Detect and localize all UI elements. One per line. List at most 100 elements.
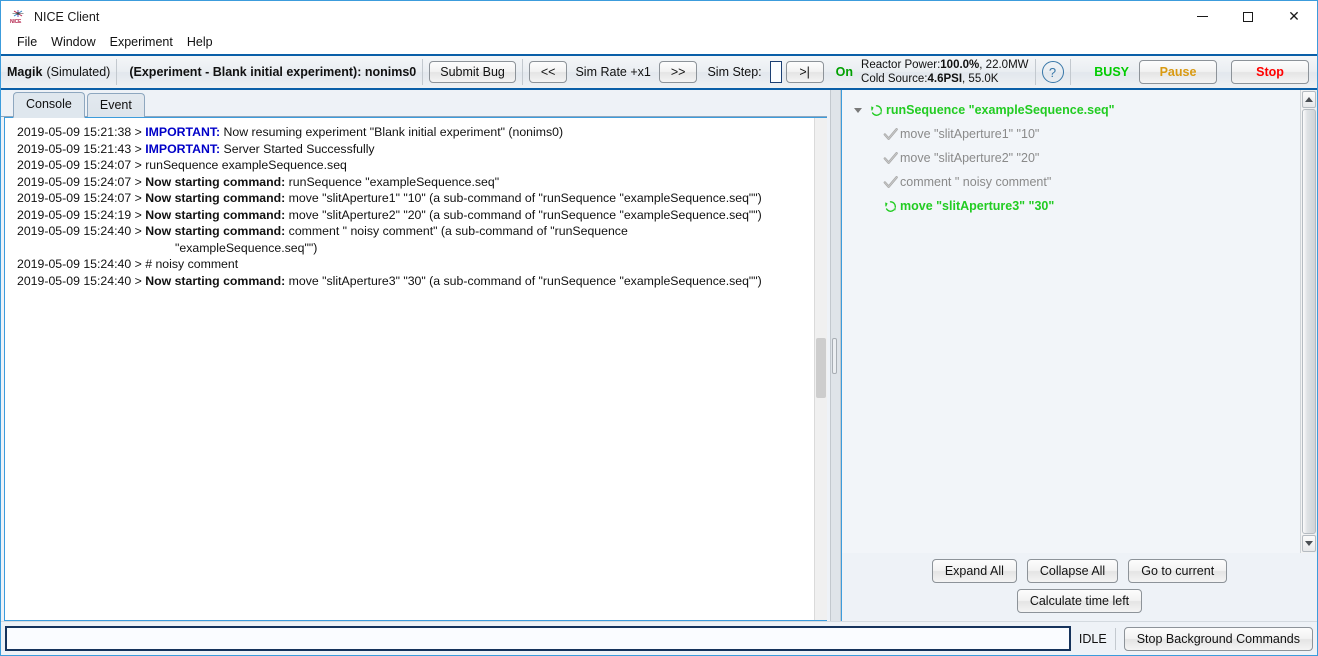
- tree-scroll-up-button[interactable]: [1302, 91, 1316, 108]
- log-timestamp: 2019-05-09 15:24:40 >: [17, 274, 145, 288]
- toolbar-separator-3: [522, 59, 523, 85]
- sim-step-next-button[interactable]: >|: [786, 61, 824, 83]
- sim-rate-label: Sim Rate +x1: [567, 65, 658, 79]
- chevron-down-icon: [1305, 541, 1313, 546]
- sequence-tree-row[interactable]: move "slitAperture1" "10": [846, 122, 1300, 146]
- console-scrollbar[interactable]: [814, 118, 827, 620]
- console-log-line: 2019-05-09 15:24:07 > Now starting comma…: [17, 174, 810, 191]
- sequence-tree-row[interactable]: move "slitAperture3" "30": [846, 194, 1300, 218]
- reactor-power-label: Reactor Power:: [861, 59, 940, 71]
- console-tab-strip: Console Event: [1, 90, 827, 117]
- log-timestamp: 2019-05-09 15:21:43 >: [17, 142, 145, 156]
- log-timestamp: 2019-05-09 15:24:07 >: [17, 191, 145, 205]
- log-important-tag: IMPORTANT:: [145, 142, 220, 156]
- spinner-icon: [880, 200, 900, 213]
- check-icon: [880, 127, 900, 142]
- log-message: runSequence "exampleSequence.seq": [285, 175, 499, 189]
- stop-button[interactable]: Stop: [1231, 60, 1309, 84]
- console-log-line: 2019-05-09 15:21:43 > IMPORTANT: Server …: [17, 141, 810, 158]
- window-controls: ✕: [1179, 1, 1317, 32]
- tab-console[interactable]: Console: [13, 92, 85, 118]
- stop-background-commands-button[interactable]: Stop Background Commands: [1124, 627, 1313, 651]
- expand-all-button[interactable]: Expand All: [932, 559, 1017, 583]
- close-button[interactable]: ✕: [1271, 1, 1317, 32]
- panel-splitter[interactable]: [827, 90, 841, 621]
- console-scrollbar-thumb[interactable]: [816, 338, 826, 398]
- check-icon: [880, 175, 900, 190]
- sequence-tree-row[interactable]: comment " noisy comment": [846, 170, 1300, 194]
- sequence-tree-label: comment " noisy comment": [900, 175, 1051, 189]
- log-command-tag: Now starting command:: [145, 175, 285, 189]
- console-log-line: 2019-05-09 15:24:07 > Now starting comma…: [17, 190, 810, 207]
- sequence-tree[interactable]: runSequence "exampleSequence.seq" move "s…: [842, 90, 1300, 553]
- console-output-wrapper: 2019-05-09 15:21:38 > IMPORTANT: Now res…: [4, 117, 827, 621]
- command-input[interactable]: [5, 626, 1071, 651]
- main-toolbar: Magik (Simulated) (Experiment - Blank in…: [1, 54, 1317, 90]
- log-timestamp: 2019-05-09 15:24:07 >: [17, 175, 145, 189]
- toolbar-separator-5: [1070, 59, 1071, 85]
- tab-event[interactable]: Event: [87, 93, 145, 117]
- nice-logo-icon: NICE: [10, 9, 26, 25]
- pause-button[interactable]: Pause: [1139, 60, 1217, 84]
- collapse-all-button[interactable]: Collapse All: [1027, 559, 1118, 583]
- window-title: NICE Client: [34, 10, 1179, 24]
- console-panel: Console Event 2019-05-09 15:21:38 > IMPO…: [1, 90, 827, 621]
- log-timestamp: 2019-05-09 15:24:40 >: [17, 224, 145, 238]
- log-command-tag: Now starting command:: [145, 274, 285, 288]
- maximize-button[interactable]: [1225, 1, 1271, 32]
- sequence-tree-row[interactable]: move "slitAperture2" "20": [846, 146, 1300, 170]
- reactor-power-line: Reactor Power:100.0%, 22.0MW: [861, 58, 1029, 72]
- check-icon: [880, 151, 900, 166]
- cold-source-psi: 4.6PSI: [928, 73, 963, 85]
- close-icon: ✕: [1288, 10, 1300, 24]
- tree-scroll-down-button[interactable]: [1302, 535, 1316, 552]
- log-timestamp: 2019-05-09 15:24:40 >: [17, 257, 145, 271]
- sim-step-input[interactable]: [770, 61, 782, 83]
- submit-bug-button[interactable]: Submit Bug: [429, 61, 516, 83]
- console-log-line: 2019-05-09 15:21:38 > IMPORTANT: Now res…: [17, 124, 810, 141]
- chevron-up-icon: [1305, 97, 1313, 102]
- help-icon[interactable]: ?: [1042, 61, 1064, 83]
- nice-client-window: NICE NICE Client ✕ File Window Experimen…: [0, 0, 1318, 656]
- log-timestamp: 2019-05-09 15:24:07 >: [17, 158, 145, 172]
- toolbar-separator-4: [1035, 59, 1036, 85]
- cold-source-line: Cold Source:4.6PSI, 55.0K: [861, 72, 1029, 86]
- log-command-tag: Now starting command:: [145, 208, 285, 222]
- menu-item-file[interactable]: File: [10, 33, 44, 52]
- sequence-tree-label: runSequence "exampleSequence.seq": [886, 103, 1115, 117]
- status-separator: [1115, 628, 1116, 650]
- menu-item-experiment[interactable]: Experiment: [103, 33, 180, 52]
- tree-scrollbar[interactable]: [1300, 90, 1317, 553]
- log-message: comment " noisy comment" (a sub-command …: [285, 224, 628, 238]
- log-message: # noisy comment: [145, 257, 238, 271]
- menu-item-window[interactable]: Window: [44, 33, 102, 52]
- sim-rate-increase-button[interactable]: >>: [659, 61, 698, 83]
- minimize-icon: [1197, 16, 1208, 17]
- tree-scrollbar-track[interactable]: [1302, 109, 1316, 534]
- splitter-grip[interactable]: [832, 338, 837, 374]
- sequence-tree-row[interactable]: runSequence "exampleSequence.seq": [846, 98, 1300, 122]
- tree-expander-icon[interactable]: [850, 108, 866, 113]
- tree-scrollbar-thumb[interactable]: [1302, 109, 1316, 534]
- sequence-tree-area: runSequence "exampleSequence.seq" move "s…: [842, 90, 1317, 553]
- log-command-tag: Now starting command:: [145, 191, 285, 205]
- console-log[interactable]: 2019-05-09 15:21:38 > IMPORTANT: Now res…: [5, 118, 814, 620]
- status-label: IDLE: [1079, 632, 1115, 646]
- console-log-line: 2019-05-09 15:24:40 > Now starting comma…: [17, 223, 810, 240]
- log-message: Server Started Successfully: [220, 142, 374, 156]
- menu-item-help[interactable]: Help: [180, 33, 220, 52]
- log-message: Now resuming experiment "Blank initial e…: [220, 125, 563, 139]
- log-message: move "slitAperture1" "10" (a sub-command…: [285, 191, 762, 205]
- cold-source-label: Cold Source:: [861, 73, 927, 85]
- calculate-time-left-button[interactable]: Calculate time left: [1017, 589, 1142, 613]
- reactor-power-mw: , 22.0MW: [979, 59, 1028, 71]
- spinner-icon: [866, 104, 886, 117]
- log-timestamp: 2019-05-09 15:24:19 >: [17, 208, 145, 222]
- log-command-tag: Now starting command:: [145, 224, 285, 238]
- maximize-icon: [1243, 12, 1253, 22]
- log-important-tag: IMPORTANT:: [145, 125, 220, 139]
- minimize-button[interactable]: [1179, 1, 1225, 32]
- sim-rate-decrease-button[interactable]: <<: [529, 61, 568, 83]
- log-timestamp: 2019-05-09 15:21:38 >: [17, 125, 145, 139]
- go-to-current-button[interactable]: Go to current: [1128, 559, 1227, 583]
